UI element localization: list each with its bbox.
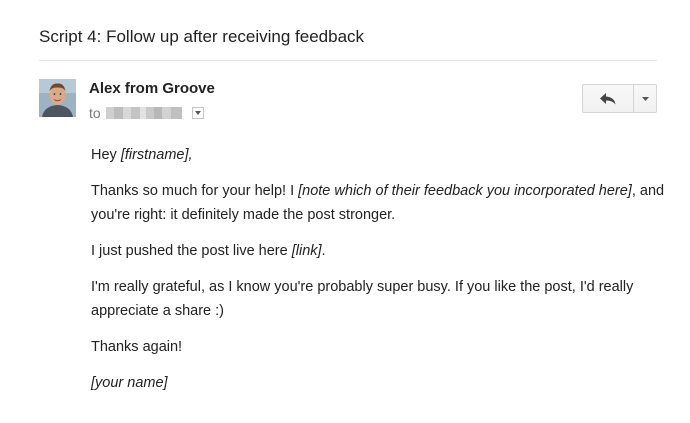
show-details-toggle[interactable] (191, 107, 204, 119)
caret-down-icon (194, 111, 201, 115)
thanks-again-line: Thanks again! (91, 339, 183, 355)
sender-avatar[interactable] (39, 79, 76, 117)
header-divider (39, 60, 657, 61)
reply-button[interactable] (583, 85, 634, 112)
to-label: to (89, 105, 101, 121)
your-name-placeholder: [your name] (91, 375, 168, 391)
avatar-photo-icon (39, 79, 76, 117)
firstname-placeholder: [firstname], (120, 147, 193, 163)
link-placeholder: [link] (291, 243, 322, 259)
reply-arrow-icon (600, 92, 616, 104)
signoff-line: [your name] (91, 371, 671, 395)
email-subject: Script 4: Follow up after receiving feed… (39, 27, 365, 46)
email-body: Hey [firstname], Thanks so much for your… (91, 143, 671, 407)
recipient-row: to (89, 104, 204, 122)
reply-button-group (582, 84, 657, 113)
email-view: Script 4: Follow up after receiving feed… (0, 0, 690, 423)
recipient-redacted (105, 107, 182, 119)
greeting-line: Hey [firstname], (91, 147, 193, 163)
thanks-paragraph: Thanks so much for your help! I [note wh… (91, 183, 665, 223)
sender-name[interactable]: Alex from Groove (89, 80, 215, 97)
share-paragraph: I'm really grateful, as I know you're pr… (91, 279, 634, 319)
link-paragraph: I just pushed the post live here [link]. (91, 243, 326, 259)
feedback-placeholder: [note which of their feedback you incorp… (298, 183, 632, 199)
chevron-down-icon (641, 96, 649, 101)
more-actions-button[interactable] (634, 85, 656, 112)
